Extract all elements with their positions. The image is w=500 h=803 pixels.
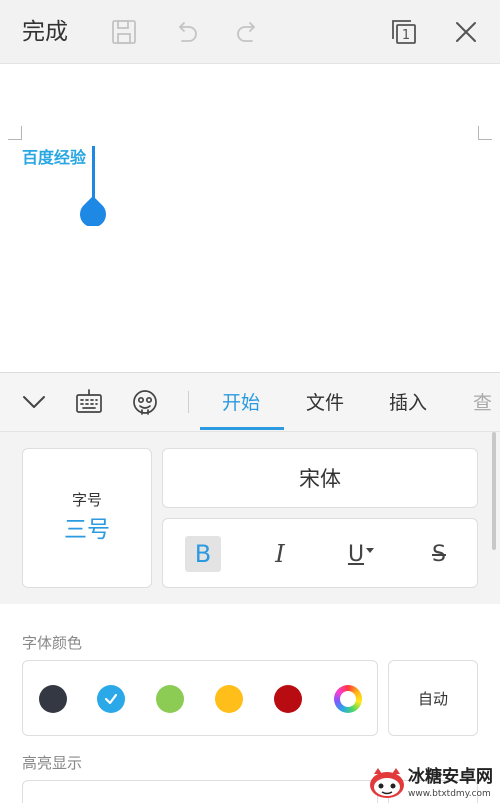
- page-corner-mark: [8, 126, 22, 140]
- auto-color-button[interactable]: 自动: [388, 660, 478, 736]
- italic-glyph: I: [275, 540, 285, 568]
- color-swatch-yellow[interactable]: [215, 685, 243, 713]
- toolbar-divider: [188, 391, 189, 413]
- font-name-value: 宋体: [299, 467, 341, 491]
- font-size-value: 三号: [64, 517, 110, 543]
- checkmark-icon: [104, 693, 118, 705]
- done-button[interactable]: 完成: [22, 16, 68, 48]
- redo-icon[interactable]: [232, 16, 264, 48]
- strikethrough-glyph: S: [432, 541, 446, 567]
- custom-color-wheel-icon[interactable]: [334, 685, 362, 713]
- watermark-logo-icon: [368, 766, 406, 800]
- color-wheel-center: [340, 691, 356, 707]
- active-tab-indicator: [200, 427, 284, 430]
- underline-glyph: U: [347, 541, 365, 567]
- font-color-swatches: [22, 660, 378, 736]
- highlight-title: 高亮显示: [22, 754, 83, 772]
- color-swatch-blue-selected[interactable]: [97, 685, 125, 713]
- bold-button[interactable]: B: [185, 536, 221, 572]
- format-panel: 字号 三号 宋体 B I U S 字体颜色 自动 高亮显示: [0, 432, 500, 803]
- font-color-title: 字体颜色: [22, 634, 83, 652]
- emoji-icon[interactable]: [130, 387, 160, 417]
- text-style-group: B I U S: [162, 518, 478, 588]
- panel-scrollbar[interactable]: [492, 432, 496, 550]
- auto-color-label: 自动: [417, 689, 448, 708]
- watermark-title: 冰糖安卓网: [408, 767, 493, 787]
- watermark-url: www.btxtdmy.com: [408, 789, 491, 799]
- toolbar-tab-row: 开始 文件 插入 查: [0, 372, 500, 432]
- document-text[interactable]: 百度经验: [22, 148, 86, 168]
- page-view-number: 1: [402, 28, 410, 43]
- save-icon[interactable]: [108, 16, 140, 48]
- color-swatch-red[interactable]: [274, 685, 302, 713]
- collapse-chevron-icon[interactable]: [19, 387, 49, 417]
- color-swatch-black[interactable]: [39, 685, 67, 713]
- tab-start[interactable]: 开始: [222, 389, 260, 417]
- italic-button[interactable]: I: [262, 536, 298, 572]
- tab-insert[interactable]: 插入: [389, 389, 427, 417]
- keyboard-icon[interactable]: [74, 387, 104, 417]
- dropdown-caret-icon: [366, 548, 375, 553]
- document-canvas[interactable]: 百度经验: [0, 64, 500, 372]
- cursor-drag-handle[interactable]: [79, 196, 107, 228]
- font-size-selector[interactable]: 字号 三号: [22, 448, 152, 588]
- strikethrough-button[interactable]: S: [421, 536, 457, 572]
- tab-review-partial[interactable]: 查: [470, 389, 500, 419]
- undo-icon[interactable]: [170, 16, 202, 48]
- bold-glyph: B: [194, 540, 212, 568]
- top-bar: 完成 1: [0, 0, 500, 64]
- text-cursor: [92, 146, 95, 200]
- page-corner-mark: [478, 126, 492, 140]
- font-name-selector[interactable]: 宋体: [162, 448, 478, 508]
- font-size-label: 字号: [71, 491, 102, 509]
- close-icon[interactable]: [450, 16, 482, 48]
- highlight-swatches[interactable]: [22, 780, 378, 803]
- color-swatch-green[interactable]: [156, 685, 184, 713]
- page-view-icon[interactable]: 1: [388, 16, 420, 48]
- site-watermark: 冰糖安卓网 www.btxtdmy.com: [366, 764, 500, 803]
- underline-button[interactable]: U: [339, 536, 383, 572]
- tab-file[interactable]: 文件: [306, 389, 344, 417]
